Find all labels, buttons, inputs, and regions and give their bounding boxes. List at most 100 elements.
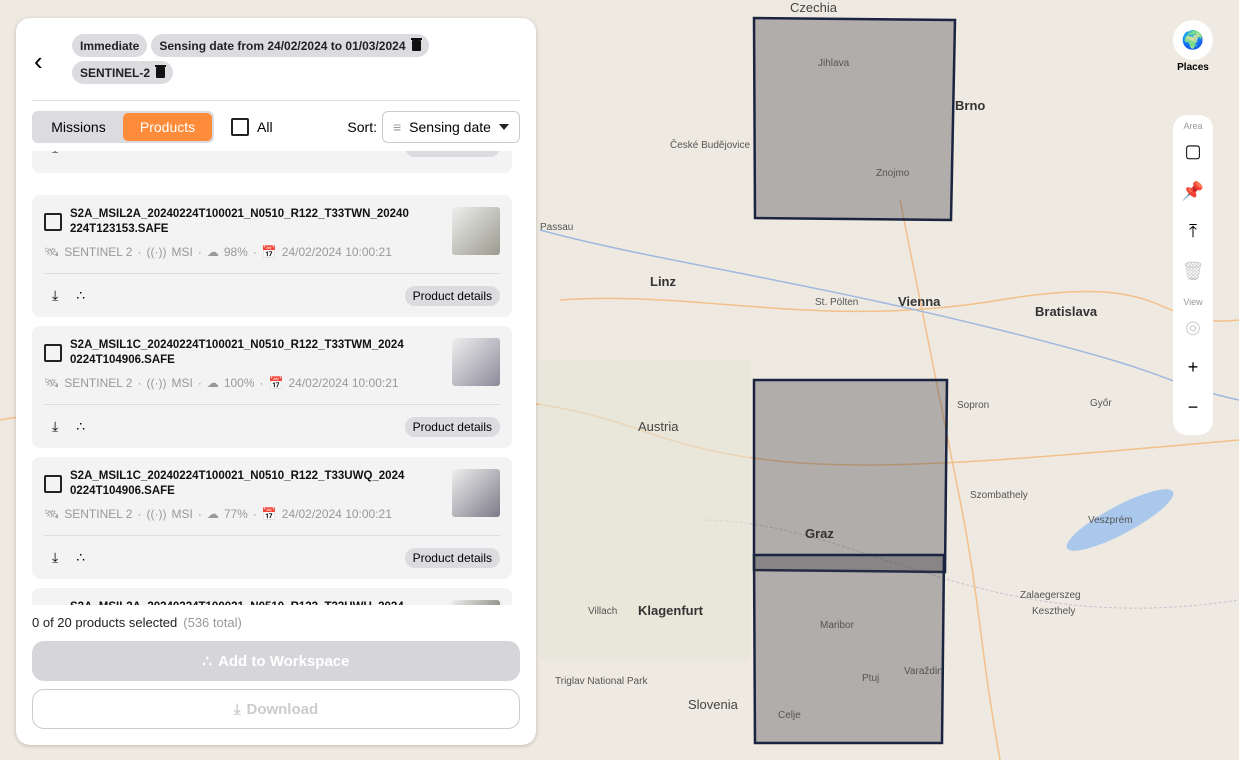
workspace-icon[interactable]: ∴ xyxy=(76,287,85,304)
product-card: S2A_MSIL2A_20240224T100021_N0510_R122_T3… xyxy=(32,588,512,605)
satellite-icon: 🛰 xyxy=(44,376,60,390)
selection-summary: 0 of 20 products selected (536 total) xyxy=(32,615,242,630)
places-label: Places xyxy=(1177,62,1209,73)
back-button[interactable]: ‹ xyxy=(34,46,43,77)
product-card: S2A_MSIL1C_20240224T100021_N0510_R122_T3… xyxy=(32,457,512,579)
product-details-button[interactable]: Product details xyxy=(404,286,500,306)
sort-label: Sort: xyxy=(347,119,377,135)
zoom-in-icon[interactable]: + xyxy=(1173,347,1213,387)
map-label: Sopron xyxy=(957,400,990,411)
download-icon[interactable]: ⤓ xyxy=(52,151,58,156)
map-label: Villach xyxy=(588,606,618,617)
cloud-icon: ☁ xyxy=(206,376,219,390)
map-label: Brno xyxy=(955,98,986,113)
calendar-icon: 📅 xyxy=(261,507,277,521)
product-name: S2A_MSIL1C_20240224T100021_N0510_R122_T3… xyxy=(70,339,404,366)
map-label: Maribor xyxy=(820,620,854,631)
product-footprint[interactable] xyxy=(752,378,949,574)
download-icon[interactable]: ⤓ xyxy=(52,287,58,304)
download-button[interactable]: ⤓ Download xyxy=(32,689,520,729)
product-footprint[interactable] xyxy=(752,16,957,222)
product-checkbox[interactable] xyxy=(44,344,62,362)
map-label: České Budějovice xyxy=(670,140,751,151)
map-label: Veszprém xyxy=(1088,515,1133,526)
add-to-workspace-button[interactable]: ∴ Add to Workspace xyxy=(32,641,520,681)
product-name: S2A_MSIL1C_20240224T100021_N0510_R122_T3… xyxy=(70,470,405,497)
sensor-icon: ((·)) xyxy=(146,507,167,521)
map-label: St. Pölten xyxy=(815,297,859,308)
select-all[interactable]: All xyxy=(231,118,273,136)
product-thumbnail[interactable] xyxy=(452,338,500,386)
product-list[interactable]: ⤓ ∴ Product details S2A_MSIL2A_20240224T1… xyxy=(32,151,512,605)
map-label: Austria xyxy=(638,419,679,434)
cloud-icon: ☁ xyxy=(206,245,219,259)
product-thumbnail[interactable] xyxy=(452,469,500,517)
product-name: S2A_MSIL2A_20240224T100021_N0510_R122_T3… xyxy=(70,600,410,605)
download-icon[interactable]: ⤓ xyxy=(52,549,58,566)
filter-chip-immediate: Immediate xyxy=(72,34,148,57)
zoom-out-icon[interactable]: − xyxy=(1173,387,1213,427)
product-details-button[interactable]: Product details xyxy=(404,548,500,568)
filter-chips: Immediate Sensing date from 24/02/2024 t… xyxy=(72,34,512,84)
workspace-icon: ∴ xyxy=(202,653,213,670)
product-thumbnail[interactable] xyxy=(452,207,500,255)
map-label: Zalaegerszeg xyxy=(1020,590,1081,601)
pin-icon[interactable]: 📌 xyxy=(1173,171,1213,211)
trash-icon[interactable]: 🗑 xyxy=(1173,251,1213,291)
product-meta: 🛰 SENTINEL 2 · ((·)) MSI · ☁ 100% · 📅 24/02/202… xyxy=(44,376,399,390)
draw-rectangle-icon[interactable]: ▢ xyxy=(1173,131,1213,171)
sort-order-icon: ≡ xyxy=(393,119,402,135)
map-toolbar: Area ▢ 📌 ⤒ 🗑 View ◎ + − xyxy=(1173,115,1213,435)
divider xyxy=(44,535,500,536)
filter-chip-mission: SENTINEL-2 xyxy=(72,61,174,84)
satellite-icon: 🛰 xyxy=(44,507,60,521)
tab-missions[interactable]: Missions xyxy=(34,113,123,141)
product-details-button[interactable]: Product details xyxy=(404,151,500,157)
workspace-icon[interactable]: ∴ xyxy=(76,549,85,566)
map-label: Czechia xyxy=(790,0,837,15)
upload-icon[interactable]: ⤒ xyxy=(1173,211,1213,251)
map-label: Triglav National Park xyxy=(555,676,648,687)
view-heading: View xyxy=(1183,297,1203,307)
workspace-icon[interactable]: ∴ xyxy=(76,151,85,156)
filter-chip-sensing-date: Sensing date from 24/02/2024 to 01/03/20… xyxy=(151,34,429,57)
sort-select[interactable]: ≡ Sensing date xyxy=(382,111,520,143)
search-results-panel: ‹ Immediate Sensing date from 24/02/2024… xyxy=(16,18,536,745)
trash-icon[interactable] xyxy=(155,65,167,78)
globe-search-icon: 🌍 xyxy=(1181,29,1205,50)
map-label: Klagenfurt xyxy=(638,603,703,618)
trash-icon[interactable] xyxy=(410,38,422,51)
cloud-icon: ☁ xyxy=(206,507,219,521)
map-label: Vienna xyxy=(898,294,941,309)
product-details-button[interactable]: Product details xyxy=(404,417,500,437)
calendar-icon: 📅 xyxy=(268,376,284,390)
product-meta: 🛰 SENTINEL 2 · ((·)) MSI · ☁ 98% · 📅 24/02/2024… xyxy=(44,245,392,259)
product-card: S2A_MSIL1C_20240224T100021_N0510_R122_T3… xyxy=(32,326,512,448)
map-label: Ptuj xyxy=(862,673,880,684)
map-label: Szombathely xyxy=(970,490,1028,501)
sensor-icon: ((·)) xyxy=(146,245,167,259)
download-icon[interactable]: ⤓ xyxy=(52,418,58,435)
area-heading: Area xyxy=(1183,121,1203,131)
product-checkbox[interactable] xyxy=(44,475,62,493)
divider xyxy=(44,273,500,274)
product-card: S2A_MSIL2A_20240224T100021_N0510_R122_T3… xyxy=(32,195,512,317)
divider xyxy=(44,404,500,405)
map-label: Graz xyxy=(805,526,834,541)
divider xyxy=(32,100,520,101)
chevron-down-icon xyxy=(499,124,509,130)
workspace-icon[interactable]: ∴ xyxy=(76,418,85,435)
focus-icon[interactable]: ◎ xyxy=(1173,307,1213,347)
product-thumbnail[interactable] xyxy=(452,600,500,605)
map-label: Linz xyxy=(650,274,676,289)
select-all-checkbox[interactable] xyxy=(231,118,249,136)
map-label: Celje xyxy=(778,710,801,721)
places-button[interactable]: 🌍 xyxy=(1173,20,1213,60)
download-icon: ⤓ xyxy=(233,700,241,718)
tab-products[interactable]: Products xyxy=(123,113,212,141)
map-label: Slovenia xyxy=(688,697,738,712)
map-label: Passau xyxy=(540,222,574,233)
calendar-icon: 📅 xyxy=(261,245,277,259)
map-label: Varaždin xyxy=(904,666,943,677)
product-checkbox[interactable] xyxy=(44,213,62,231)
